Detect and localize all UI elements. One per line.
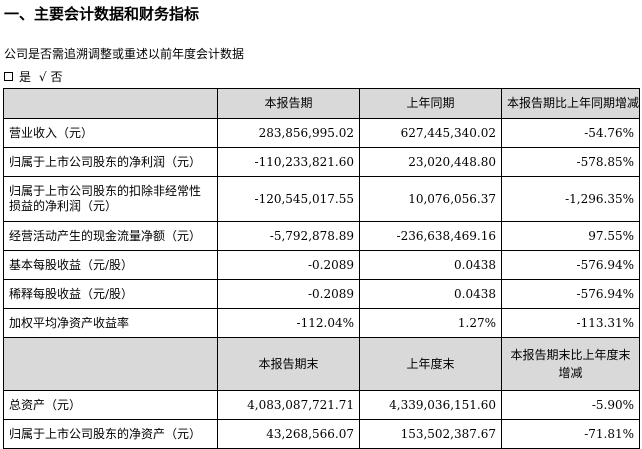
header-cell-current-period: 本报告期 — [217, 88, 360, 119]
cell-change: -54.76% — [501, 118, 640, 148]
checkbox-icon — [4, 72, 13, 81]
cell-change: -576.94% — [501, 250, 640, 280]
cell-prior: 1.27% — [359, 308, 502, 338]
cell-prior: 0.0438 — [359, 250, 502, 280]
cell-prior: 0.0438 — [359, 279, 502, 309]
row-label: 加权平均净资产收益率 — [3, 308, 218, 338]
table-row: 归属于上市公司股东的扣除非经常性损益的净利润（元） -120,545,017.5… — [3, 176, 640, 222]
table-row: 总资产（元） 4,083,087,721.71 4,339,036,151.60… — [3, 390, 640, 420]
row-label: 营业收入（元） — [3, 118, 218, 148]
cell-prior: 10,076,056.37 — [359, 176, 502, 222]
row-label: 归属于上市公司股东的净利润（元） — [3, 147, 218, 177]
cell-current: 4,083,087,721.71 — [217, 390, 360, 420]
row-label: 归属于上市公司股东的净资产（元） — [3, 419, 218, 449]
row-label: 经营活动产生的现金流量净额（元） — [3, 221, 218, 251]
answer-no: 否 — [50, 70, 63, 84]
table-header-row: 本报告期 上年同期 本报告期比上年同期增减 — [3, 88, 640, 119]
cell-change: -576.94% — [501, 279, 640, 309]
row-label: 基本每股收益（元/股） — [3, 250, 218, 280]
cell-current: -120,545,017.55 — [217, 176, 360, 222]
header-cell-change: 本报告期末比上年度末增减 — [501, 337, 640, 391]
financial-data-table: 本报告期 上年同期 本报告期比上年同期增减 营业收入（元） 283,856,99… — [3, 88, 640, 449]
section-heading: 一、主要会计数据和财务指标 — [4, 5, 200, 23]
table-row: 归属于上市公司股东的净利润（元） -110,233,821.60 23,020,… — [3, 147, 640, 177]
cell-change: -71.81% — [501, 419, 640, 449]
cell-current: -0.2089 — [217, 250, 360, 280]
cell-current: 283,856,995.02 — [217, 118, 360, 148]
cell-prior: -236,638,469.16 — [359, 221, 502, 251]
cell-current: -110,233,821.60 — [217, 147, 360, 177]
cell-current: -112.04% — [217, 308, 360, 338]
cell-current: 43,268,566.07 — [217, 419, 360, 449]
cell-current: -5,792,878.89 — [217, 221, 360, 251]
row-label: 归属于上市公司股东的扣除非经常性损益的净利润（元） — [3, 176, 218, 222]
cell-change: -113.31% — [501, 308, 640, 338]
cell-change: -578.85% — [501, 147, 640, 177]
cell-prior: 627,445,340.02 — [359, 118, 502, 148]
cell-current: -0.2089 — [217, 279, 360, 309]
row-label: 稀释每股收益（元/股） — [3, 279, 218, 309]
header-cell-current-period-end: 本报告期末 — [217, 337, 360, 391]
document-page: 一、主要会计数据和财务指标 公司是否需追溯调整或重述以前年度会计数据 是 √ 否 … — [0, 0, 642, 449]
table-row: 加权平均净资产收益率 -112.04% 1.27% -113.31% — [3, 308, 640, 338]
table-row: 归属于上市公司股东的净资产（元） 43,268,566.07 153,502,3… — [3, 419, 640, 449]
cell-change: -1,296.35% — [501, 176, 640, 222]
table-row: 经营活动产生的现金流量净额（元） -5,792,878.89 -236,638,… — [3, 221, 640, 251]
check-mark-icon: √ — [38, 70, 47, 84]
table-row: 稀释每股收益（元/股） -0.2089 0.0438 -576.94% — [3, 279, 640, 309]
cell-prior: 4,339,036,151.60 — [359, 390, 502, 420]
cell-change: 97.55% — [501, 221, 640, 251]
table-header-row: 本报告期末 上年度末 本报告期末比上年度末增减 — [3, 337, 640, 391]
header-cell-blank — [3, 337, 218, 391]
row-label: 总资产（元） — [3, 390, 218, 420]
restatement-question: 公司是否需追溯调整或重述以前年度会计数据 — [4, 47, 245, 61]
answer-yes: 是 — [19, 70, 32, 84]
table-row: 基本每股收益（元/股） -0.2089 0.0438 -576.94% — [3, 250, 640, 280]
cell-prior: 23,020,448.80 — [359, 147, 502, 177]
header-cell-blank — [3, 88, 218, 119]
cell-change: -5.90% — [501, 390, 640, 420]
header-cell-prior-year-end: 上年度末 — [359, 337, 502, 391]
cell-prior: 153,502,387.67 — [359, 419, 502, 449]
header-cell-prior-period: 上年同期 — [359, 88, 502, 119]
table-row: 营业收入（元） 283,856,995.02 627,445,340.02 -5… — [3, 118, 640, 148]
header-cell-change: 本报告期比上年同期增减 — [501, 88, 640, 119]
restatement-answer: 是 √ 否 — [4, 69, 63, 85]
